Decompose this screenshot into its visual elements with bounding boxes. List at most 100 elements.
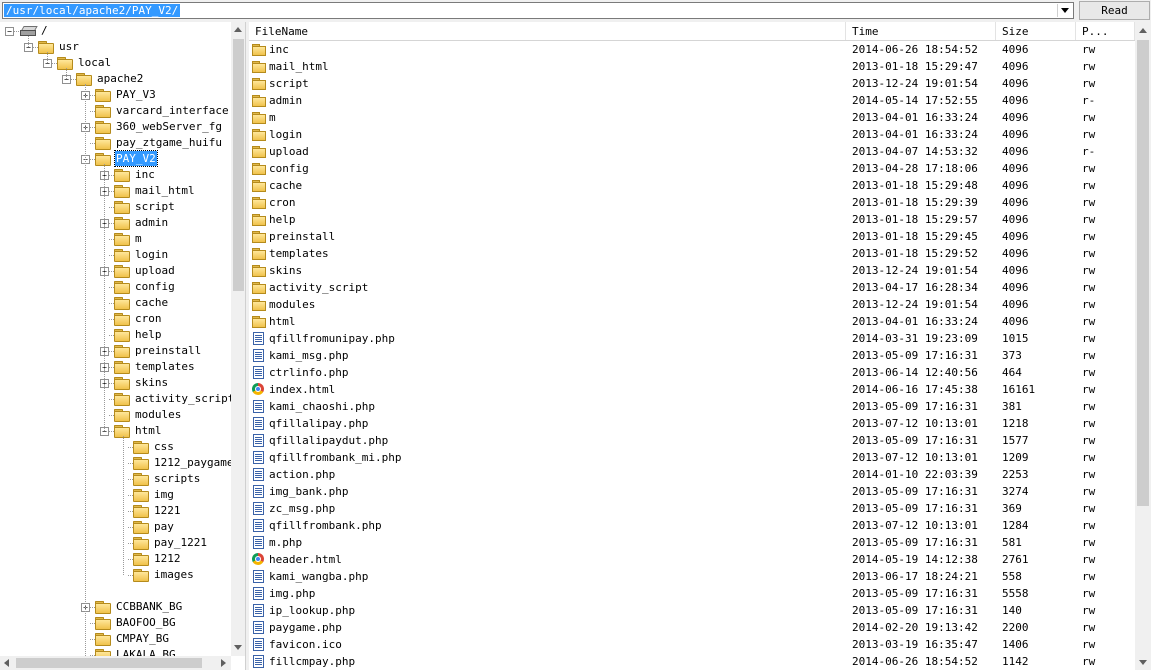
tree-node-label[interactable]: pay bbox=[153, 519, 175, 534]
table-row[interactable]: kami_wangba.php 2013-06-17 18:24:21 558 rw bbox=[249, 568, 1135, 585]
tree-node[interactable]: config bbox=[0, 279, 232, 295]
tree-node[interactable]: + preinstall bbox=[0, 343, 232, 359]
tree-node-label[interactable]: inc bbox=[134, 167, 156, 182]
read-button[interactable]: Read bbox=[1079, 1, 1150, 20]
tree-node[interactable]: pay bbox=[0, 519, 232, 535]
scroll-down-icon[interactable] bbox=[234, 645, 242, 650]
tree-node-label[interactable]: upload bbox=[134, 263, 176, 278]
tree-node[interactable]: modules bbox=[0, 407, 232, 423]
tree-node-label[interactable]: login bbox=[134, 247, 169, 262]
table-row[interactable]: ip_lookup.php 2013-05-09 17:16:31 140 rw bbox=[249, 602, 1135, 619]
tree-node[interactable]: 1212 bbox=[0, 551, 232, 567]
tree-horizontal-scrollbar[interactable] bbox=[0, 656, 231, 670]
tree-node-label[interactable]: PAY_V2 bbox=[114, 150, 158, 167]
tree-node[interactable]: img bbox=[0, 487, 232, 503]
table-row[interactable]: help 2013-01-18 15:29:57 4096 rw bbox=[249, 211, 1135, 228]
tree-node[interactable]: css bbox=[0, 439, 232, 455]
tree-node-label[interactable]: img bbox=[153, 487, 175, 502]
table-row[interactable]: index.html 2014-06-16 17:45:38 16161 rw bbox=[249, 381, 1135, 398]
table-row[interactable]: activity_script 2013-04-17 16:28:34 4096 rw bbox=[249, 279, 1135, 296]
collapse-icon[interactable]: − bbox=[5, 27, 14, 36]
tree-node[interactable]: + upload bbox=[0, 263, 232, 279]
tree-node-label[interactable]: m bbox=[134, 231, 143, 246]
tree-node[interactable]: + skins bbox=[0, 375, 232, 391]
tree-node[interactable]: m bbox=[0, 231, 232, 247]
tree-node-label[interactable]: CCBBANK_BG bbox=[115, 599, 183, 614]
column-header-time[interactable]: Time bbox=[846, 22, 996, 40]
tree-node-label[interactable]: 360_webServer_fg bbox=[115, 119, 223, 134]
tree-node-label[interactable]: local bbox=[77, 55, 112, 70]
tree-node-label[interactable]: scripts bbox=[153, 471, 201, 486]
tree-node[interactable]: + mail_html bbox=[0, 183, 232, 199]
tree-node-label[interactable]: BAOFOO_BG bbox=[115, 615, 177, 630]
table-row[interactable]: favicon.ico 2013-03-19 16:35:47 1406 rw bbox=[249, 636, 1135, 653]
tree-node[interactable]: 1221 bbox=[0, 503, 232, 519]
file-list-vertical-scrollbar[interactable] bbox=[1135, 22, 1151, 670]
table-row[interactable]: m.php 2013-05-09 17:16:31 581 rw bbox=[249, 534, 1135, 551]
table-row[interactable]: upload 2013-04-07 14:53:32 4096 r- bbox=[249, 143, 1135, 160]
tree-node[interactable]: + PAY_V3 bbox=[0, 87, 232, 103]
tree-node-label[interactable]: html bbox=[134, 423, 163, 438]
tree-node[interactable]: activity_script bbox=[0, 391, 232, 407]
table-row[interactable]: ctrlinfo.php 2013-06-14 12:40:56 464 rw bbox=[249, 364, 1135, 381]
tree-node-label[interactable]: skins bbox=[134, 375, 169, 390]
table-row[interactable]: preinstall 2013-01-18 15:29:45 4096 rw bbox=[249, 228, 1135, 245]
table-row[interactable]: zc_msg.php 2013-05-09 17:16:31 369 rw bbox=[249, 500, 1135, 517]
file-list[interactable]: FileName Time Size P... inc 2014-06-26 18… bbox=[249, 22, 1151, 670]
table-row[interactable]: skins 2013-12-24 19:01:54 4096 rw bbox=[249, 262, 1135, 279]
table-row[interactable]: mail_html 2013-01-18 15:29:47 4096 rw bbox=[249, 58, 1135, 75]
table-row[interactable]: paygame.php 2014-02-20 19:13:42 2200 rw bbox=[249, 619, 1135, 636]
tree-node-label[interactable]: css bbox=[153, 439, 175, 454]
tree-node-label[interactable]: admin bbox=[134, 215, 169, 230]
path-combobox[interactable]: /usr/local/apache2/PAY_V2/ bbox=[2, 2, 1074, 19]
table-row[interactable]: qfillfrombank_mi.php 2013-07-12 10:13:01 1… bbox=[249, 449, 1135, 466]
table-row[interactable]: script 2013-12-24 19:01:54 4096 rw bbox=[249, 75, 1135, 92]
tree-node-label[interactable]: 1221 bbox=[153, 503, 182, 518]
tree-node-label[interactable]: pay_1221 bbox=[153, 535, 208, 550]
tree-node-label[interactable]: script bbox=[134, 199, 176, 214]
table-row[interactable]: qfillalipaydut.php 2013-05-09 17:16:31 157… bbox=[249, 432, 1135, 449]
tree-node[interactable]: pay_1221 bbox=[0, 535, 232, 551]
tree-node[interactable]: − apache2 bbox=[0, 71, 232, 87]
table-row[interactable]: img.php 2013-05-09 17:16:31 5558 rw bbox=[249, 585, 1135, 602]
table-row[interactable]: admin 2014-05-14 17:52:55 4096 r- bbox=[249, 92, 1135, 109]
table-row[interactable]: html 2013-04-01 16:33:24 4096 rw bbox=[249, 313, 1135, 330]
tree-node[interactable]: help bbox=[0, 327, 232, 343]
tree-node-label[interactable]: cron bbox=[134, 311, 163, 326]
column-header-permissions[interactable]: P... bbox=[1076, 22, 1135, 40]
scroll-up-icon[interactable] bbox=[234, 27, 242, 32]
table-row[interactable]: img_bank.php 2013-05-09 17:16:31 3274 rw bbox=[249, 483, 1135, 500]
tree-node[interactable]: − local bbox=[0, 55, 232, 71]
tree-node[interactable]: +360_webServer_fg bbox=[0, 119, 232, 135]
table-row[interactable]: action.php 2014-01-10 22:03:39 2253 rw bbox=[249, 466, 1135, 483]
table-row[interactable]: fillcmpay.php 2014-06-26 18:54:52 1142 rw bbox=[249, 653, 1135, 670]
column-header-filename[interactable]: FileName bbox=[249, 22, 846, 40]
path-input-value[interactable]: /usr/local/apache2/PAY_V2/ bbox=[4, 4, 181, 17]
table-row[interactable]: cache 2013-01-18 15:29:48 4096 rw bbox=[249, 177, 1135, 194]
directory-tree[interactable]: − / − usr − local − apache2 + PAY_V3 varcard_inter… bbox=[0, 22, 246, 670]
table-row[interactable]: cron 2013-01-18 15:29:39 4096 rw bbox=[249, 194, 1135, 211]
table-row[interactable]: login 2013-04-01 16:33:24 4096 rw bbox=[249, 126, 1135, 143]
tree-node[interactable]: + inc bbox=[0, 167, 232, 183]
file-list-vertical-scrollbar-thumb[interactable] bbox=[1137, 40, 1149, 506]
table-row[interactable]: templates 2013-01-18 15:29:52 4096 rw bbox=[249, 245, 1135, 262]
scroll-up-icon[interactable] bbox=[1139, 28, 1147, 33]
scroll-down-icon[interactable] bbox=[1139, 660, 1147, 665]
tree-node[interactable]: cache bbox=[0, 295, 232, 311]
tree-node[interactable]: BAOFOO_BG bbox=[0, 615, 232, 631]
tree-vertical-scrollbar[interactable] bbox=[231, 22, 245, 656]
tree-node-label[interactable]: cache bbox=[134, 295, 169, 310]
tree-node[interactable]: pay_ztgame_huifu bbox=[0, 135, 232, 151]
tree-node-label[interactable]: templates bbox=[134, 359, 196, 374]
tree-node[interactable]: CMPAY_BG bbox=[0, 631, 232, 647]
scroll-left-icon[interactable] bbox=[4, 659, 9, 667]
tree-node[interactable]: − / bbox=[0, 23, 232, 39]
tree-node[interactable]: − PAY_V2 bbox=[0, 150, 232, 167]
tree-node-label[interactable]: modules bbox=[134, 407, 182, 422]
tree-node-label[interactable]: varcard_interface bbox=[115, 103, 230, 118]
tree-node-label[interactable]: config bbox=[134, 279, 176, 294]
tree-node[interactable]: script bbox=[0, 199, 232, 215]
tree-node[interactable]: scripts bbox=[0, 471, 232, 487]
tree-node-label[interactable]: 1212 bbox=[153, 551, 182, 566]
tree-node[interactable]: + templates bbox=[0, 359, 232, 375]
